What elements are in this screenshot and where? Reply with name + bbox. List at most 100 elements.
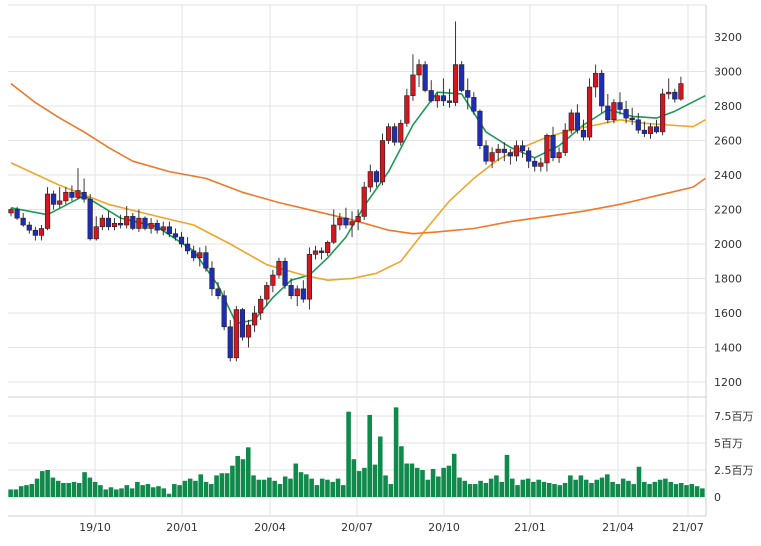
candle-body [349, 221, 355, 226]
candle-body [300, 288, 306, 300]
price-tick-label: 1200 [714, 376, 742, 389]
candle-body [501, 148, 507, 153]
candle-body [69, 191, 75, 198]
candle-body [160, 226, 166, 231]
candle-body [111, 223, 118, 228]
volume-bar [314, 485, 320, 497]
volume-bar [66, 482, 72, 497]
candle [233, 306, 239, 362]
volume-bar [203, 481, 209, 497]
volume-bar [488, 478, 494, 497]
candle-body [270, 274, 276, 286]
candle-body [20, 217, 26, 226]
time-tick-label: 21/01 [514, 521, 546, 534]
candle-body [318, 250, 325, 253]
volume-bar [319, 478, 325, 497]
candle-body [526, 150, 532, 162]
volume-bar [304, 474, 309, 497]
candle-body [434, 95, 440, 102]
volume-bar [161, 488, 167, 497]
volume-bar [615, 484, 621, 497]
volume-bar [504, 454, 510, 497]
candle-body [404, 95, 410, 124]
candle [611, 99, 617, 124]
volume-bar [256, 479, 262, 497]
volume-bar [673, 484, 679, 497]
volume-bar [663, 478, 668, 497]
volume-bar [193, 480, 198, 497]
price-tick-label: 2000 [714, 238, 742, 251]
candle-body [611, 102, 617, 121]
candle-body [586, 86, 593, 138]
volume-bar [261, 479, 267, 497]
candle-body [440, 95, 446, 102]
volume-bar [309, 478, 314, 497]
volume-bar [282, 476, 288, 497]
candle-body [57, 200, 63, 205]
price-tick-label: 3000 [714, 66, 742, 79]
volume-bar [76, 482, 82, 497]
candle-body [148, 223, 154, 229]
volume-bar [594, 479, 600, 497]
candle-body [452, 64, 459, 103]
volume-bar [166, 493, 172, 497]
candle-body [32, 229, 38, 236]
candle-body [258, 298, 264, 314]
candle-body [136, 217, 142, 229]
volume-bar [235, 455, 240, 497]
candle-body [215, 288, 221, 297]
candle-body [264, 285, 270, 300]
candle-body [252, 312, 258, 326]
volume-bar [573, 479, 578, 497]
candle-body [355, 216, 361, 222]
candle-body [51, 193, 57, 205]
candle-body [544, 135, 550, 164]
candle-body [379, 140, 386, 183]
volume-bar [198, 474, 204, 497]
candle-body [142, 217, 148, 229]
volume-bar [8, 489, 13, 497]
candle-body [118, 223, 124, 226]
volume-bar [541, 481, 547, 497]
candle-body [172, 233, 179, 238]
candle-body [653, 126, 660, 133]
volume-bar [578, 475, 584, 497]
candle-body [629, 117, 635, 121]
candle [221, 290, 227, 331]
volume-bar [562, 482, 568, 497]
candle-body [166, 226, 172, 234]
volume-bar [124, 485, 130, 497]
volume-bar [568, 475, 573, 497]
volume-bar [393, 407, 399, 497]
candle-body [416, 64, 422, 76]
volume-bar [494, 475, 499, 497]
volume-bar [172, 484, 177, 497]
volume-bar [478, 480, 483, 497]
volume-bar [71, 481, 77, 497]
candle-body [465, 90, 471, 98]
candle-body [459, 64, 465, 91]
candle-body [276, 260, 282, 276]
price-tick-label: 2800 [714, 100, 742, 113]
time-tick-label: 20/10 [428, 521, 460, 534]
volume-tick-label: 5百万 [714, 437, 743, 450]
candle-body [14, 209, 20, 219]
volume-bar [520, 479, 526, 497]
volume-bar [509, 478, 515, 497]
candle-body [331, 224, 337, 243]
candle-body [8, 209, 14, 214]
volume-bar [230, 465, 235, 497]
volume-bar [13, 489, 19, 497]
volume-bar [467, 484, 473, 497]
volume-bar [187, 478, 193, 497]
candle-body [574, 112, 580, 131]
candle-body [532, 160, 538, 167]
candle-body [87, 198, 93, 240]
volume-bar [214, 475, 219, 497]
candle-body [392, 126, 398, 143]
volume-bar [119, 488, 124, 497]
time-tick-label: 19/10 [79, 521, 111, 534]
volume-bar [150, 487, 156, 497]
volume-bar [499, 481, 504, 497]
volume-bar [377, 436, 383, 497]
